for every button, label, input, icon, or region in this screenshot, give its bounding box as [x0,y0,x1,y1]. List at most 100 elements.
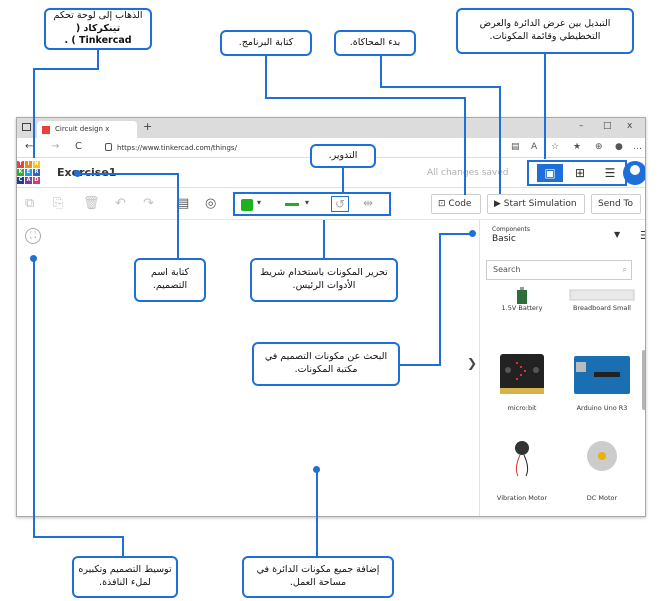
close-window-button[interactable]: x [627,121,632,131]
avatar[interactable] [623,161,645,185]
leader-line [33,259,35,537]
leader-line [464,97,466,195]
component-list-icon[interactable]: ☰ [597,164,623,182]
rotate-icon[interactable]: ↺ [331,196,350,212]
list-view-icon[interactable]: ☰ [640,229,645,242]
search-icon: ⌕ [622,265,627,274]
callout-dashboard-text: الذهاب إلى لوحة تحكم [53,9,143,21]
profile-icon[interactable]: ● [615,142,623,152]
leader-line [439,233,441,365]
flip-icon[interactable]: ⇹ [363,196,373,210]
delete-icon[interactable]: 🗑 [83,196,100,211]
logo-letter: T [17,161,24,168]
leader-line [33,536,123,538]
maximize-button[interactable]: □ [603,121,612,131]
component-microbit[interactable]: micro:bit [484,352,560,412]
start-simulation-label: Start Simulation [503,199,577,209]
read-aloud-icon[interactable]: A [531,142,537,152]
logo-letter: N [33,161,40,168]
search-input[interactable]: Search ⌕ [486,260,632,280]
paste-icon[interactable]: ⎘ [53,196,63,211]
color-picker-icon[interactable] [241,199,253,211]
view-switcher: ▣ ⊞ ☰ [527,160,627,186]
leader-line [33,68,99,70]
leader-line [323,220,325,258]
color-dropdown-icon[interactable]: ▾ [257,198,261,207]
annotate-icon[interactable]: ◎ [205,196,216,211]
component-label: 1.5V Battery [501,304,543,312]
callout-name: كتابة اسم التصميم. [134,258,206,302]
new-tab-button[interactable]: + [143,120,152,133]
reload-button[interactable]: C [75,141,82,152]
microbit-image [500,354,544,394]
code-button[interactable]: ⊡ Code [431,194,481,214]
component-breadboard[interactable]: Breadboard Small [564,284,640,344]
logo-letter: D [33,177,40,184]
callout-edit: تحرير المكونات باستخدام شريط الأدوات الر… [250,258,398,302]
leader-line [78,173,178,175]
callout-code-text: كتابة البرنامج. [238,36,294,48]
callout-search-text: البحث عن مكونات التصميم في مكتبة المكونا… [264,351,388,375]
leader-line [380,56,382,86]
callout-zoom-text: توسيط التصميم وتكبيره لملء النافذة. [78,564,172,588]
chevron-down-icon[interactable]: ▼ [614,230,620,239]
schematic-view-icon[interactable]: ⊞ [567,164,593,182]
callout-simulate-text: بدء المحاكاة. [349,36,401,48]
lock-icon [105,143,112,151]
component-dc-motor[interactable]: DC Motor [564,430,640,502]
leader-line [265,97,465,99]
callout-edit-text: تحرير المكونات باستخدام شريط الأدوات الر… [260,267,388,291]
send-to-button[interactable]: Send To [591,194,641,214]
code-label: Code [448,199,472,209]
forward-button[interactable]: → [51,141,59,152]
undo-icon[interactable]: ↶ [115,196,126,211]
logo-letter: I [25,161,32,168]
component-vibration-motor[interactable]: Vibration Motor [484,430,560,502]
browser-tab[interactable]: Circuit design x [37,121,137,138]
leader-line [439,233,471,235]
component-label: Vibration Motor [496,494,548,502]
component-label: Arduino Uno R3 [576,404,628,412]
collapse-panel-icon[interactable]: ❯ [467,348,479,378]
copy-icon[interactable]: ⧉ [25,196,34,211]
circuit-view-icon[interactable]: ▣ [537,164,563,182]
callout-dashboard-bold: تينكركاد ( Tinkercad ) . [64,22,132,47]
callout-search: البحث عن مكونات التصميم في مكتبة المكونا… [252,342,400,386]
component-battery[interactable]: 1.5V Battery [484,284,560,344]
components-label: Components [492,226,530,233]
panel-scrollbar[interactable] [642,350,645,410]
minimize-button[interactable]: – [579,121,584,131]
favorite-add-icon[interactable]: ☆ [551,142,559,152]
favorites-icon[interactable]: ★ [573,142,581,152]
tab-actions-icon[interactable] [22,123,31,131]
leader-line [544,54,546,159]
leader-line [499,86,501,194]
code-icon: ⊡ [438,199,449,209]
send-to-label: Send To [598,199,634,209]
callout-switch-views: التبديل بين عرض الدائرة والعرض التخطيطي … [456,8,634,54]
zoom-to-fit-icon[interactable]: ⛶ [25,228,41,244]
start-simulation-button[interactable]: ▶ Start Simulation [487,194,585,214]
callout-add-text: إضافة جميع مكونات الدائرة في مساحة العمل… [256,564,380,588]
component-label: Breadboard Small [573,304,631,312]
wire-dropdown-icon[interactable]: ▾ [305,198,309,207]
components-select[interactable]: Basic [492,234,516,244]
url-field[interactable]: https://www.tinkercad.com/things/ [117,144,237,152]
tab-title: Circuit design x [55,125,110,133]
callout-dashboard: الذهاب إلى لوحة تحكم تينكركاد ( Tinkerca… [44,8,152,50]
tinkercad-logo[interactable]: TIN KER CAD [17,161,41,185]
leader-line [33,68,35,158]
leader-line [400,364,441,366]
collections-icon[interactable]: ⊕ [595,142,603,152]
reader-icon[interactable]: ▤ [511,142,520,152]
logo-letter: R [33,169,40,176]
tab-strip: Circuit design x + – □ x [17,118,645,138]
callout-code: كتابة البرنامج. [220,30,312,56]
wire-type-icon[interactable] [285,203,299,206]
callout-add: إضافة جميع مكونات الدائرة في مساحة العمل… [242,556,394,598]
save-status: All changes saved [427,168,509,178]
component-arduino[interactable]: Arduino Uno R3 [564,352,640,412]
more-icon[interactable]: … [633,142,642,152]
redo-icon[interactable]: ↷ [143,196,154,211]
browser-window: Circuit design x + – □ x ← → C https://w… [16,117,646,517]
